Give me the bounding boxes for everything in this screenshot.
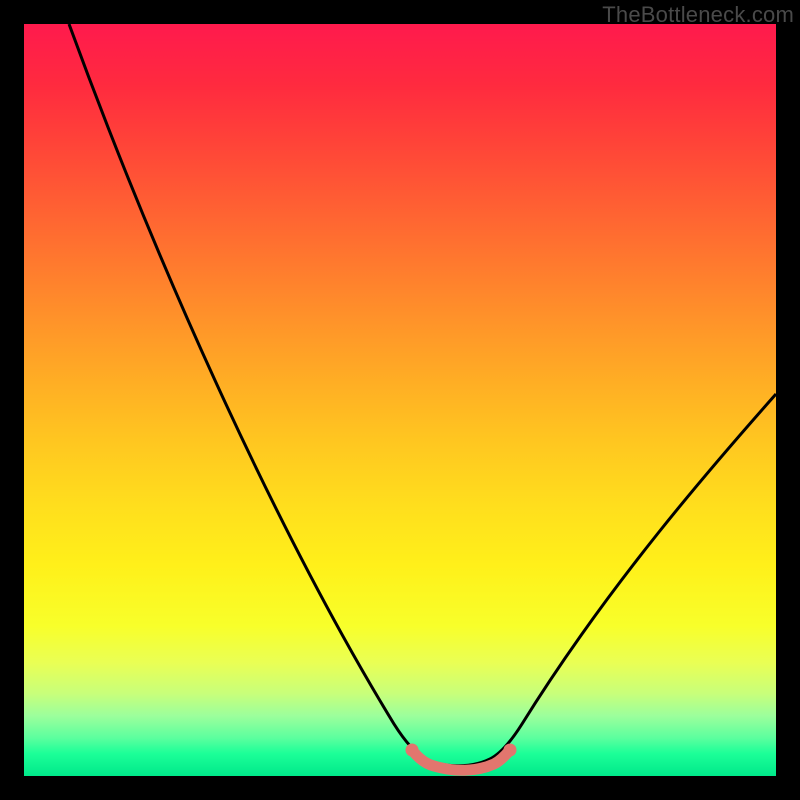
plot-area <box>24 24 776 776</box>
curve-trough-highlight <box>412 750 510 770</box>
watermark-text: TheBottleneck.com <box>602 2 794 28</box>
curve-path <box>69 24 776 766</box>
trough-left-dot <box>406 744 419 757</box>
trough-right-dot <box>504 744 517 757</box>
bottleneck-curve <box>24 24 776 776</box>
chart-frame: TheBottleneck.com <box>0 0 800 800</box>
